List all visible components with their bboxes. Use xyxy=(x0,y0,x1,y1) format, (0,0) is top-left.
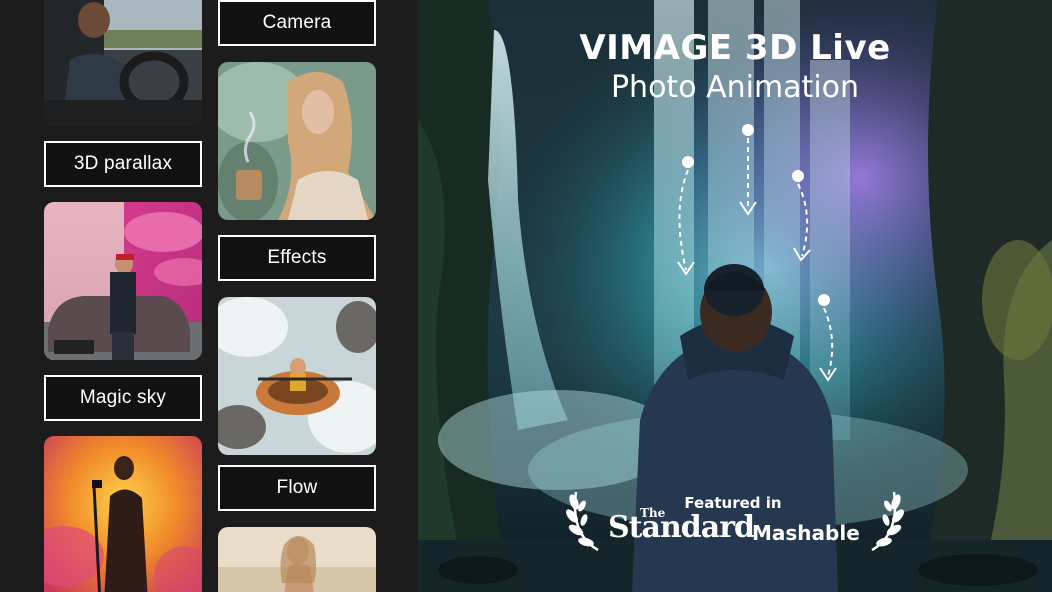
thumb-magic-sky-car[interactable] xyxy=(44,202,202,360)
thumb-singer-fire[interactable] xyxy=(44,436,202,592)
hero-title: VIMAGE 3D Live xyxy=(579,28,891,68)
feature-label-text: 3D parallax xyxy=(73,153,173,174)
thumb-woman-beach[interactable] xyxy=(218,527,376,592)
thumb-driving-car[interactable] xyxy=(44,0,202,126)
feature-label-camera[interactable]: Camera xyxy=(218,0,376,46)
dashed-arrow-icon xyxy=(818,294,837,382)
feature-label-magic-sky[interactable]: Magic sky xyxy=(44,375,202,421)
feature-label-text: Magic sky xyxy=(79,387,167,408)
laurel-left-icon xyxy=(566,491,599,552)
feature-label-3d-parallax[interactable]: 3D parallax xyxy=(44,141,202,187)
dashed-arrow-icon xyxy=(739,124,757,216)
feature-label-flow[interactable]: Flow xyxy=(218,465,376,511)
dashed-arrow-icon xyxy=(792,170,811,262)
feature-label-text: Camera xyxy=(262,12,332,33)
press-mashable-logo: Mashable xyxy=(752,521,860,545)
hero-subtitle: Photo Animation xyxy=(610,70,860,105)
feature-label-text: Effects xyxy=(267,247,327,268)
dashed-arrow-icon xyxy=(677,156,695,276)
feature-label-text: Flow xyxy=(276,477,318,498)
thumb-rafting[interactable] xyxy=(218,297,376,455)
feature-panel: 3D parallax Magic sky Camera Effects Flo… xyxy=(0,0,418,592)
press-standard-logo: Standard xyxy=(608,510,755,545)
thumb-woman-coffee[interactable] xyxy=(218,62,376,220)
laurel-right-icon xyxy=(871,491,904,552)
hero-banner: VIMAGE 3D Live Photo Animation Featured … xyxy=(418,0,1052,592)
feature-label-effects[interactable]: Effects xyxy=(218,235,376,281)
